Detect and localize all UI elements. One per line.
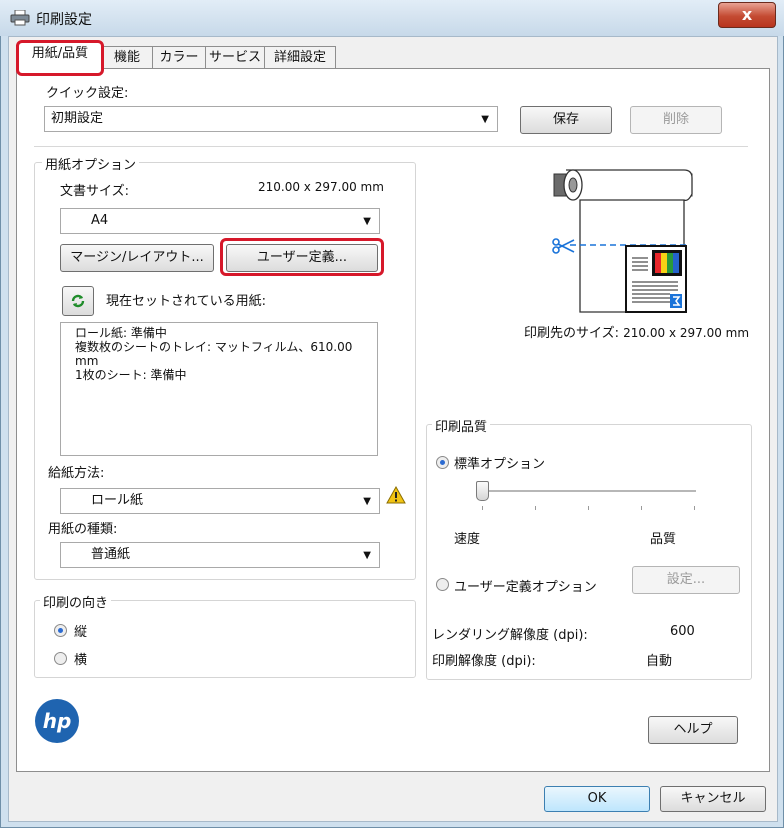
tab-label: 機能 [113,50,140,65]
delete-button[interactable]: 削除 [630,106,722,134]
print-size-value: 210.00 x 297.00 mm [623,326,750,340]
refresh-button[interactable] [62,286,94,316]
quick-settings-value: 初期設定 [51,111,104,126]
slider-tick [694,506,695,510]
standard-option-radio[interactable] [436,456,449,469]
slider-tick [641,506,642,510]
help-button[interactable]: ヘルプ [648,716,738,744]
portrait-label: 縦 [74,625,88,640]
quality-slider-track[interactable] [480,490,696,493]
page-thumbnail [625,245,687,313]
rendering-res-value: 600 [670,624,695,639]
speed-label: 速度 [454,532,481,547]
hp-logo: hp [35,699,79,743]
tab-label: サービス [208,50,261,65]
doc-size-value: 210.00 x 297.00 mm [258,180,384,194]
slider-tick [482,506,483,510]
chevron-down-icon: ▼ [363,216,371,227]
ok-button[interactable]: OK [544,786,650,812]
standard-option-label: 標準オプション [454,457,546,472]
tab-features[interactable]: 機能 [101,46,153,69]
list-item: 複数枚のシートのトレイ: マットフィルム、610.00 mm [75,340,353,368]
paper-size-value: A4 [91,213,109,228]
margin-layout-button[interactable]: マージン/レイアウト... [60,244,214,272]
print-quality-title: 印刷品質 [432,416,491,435]
paper-type-label: 用紙の種類: [48,522,118,537]
orientation-title: 印刷の向き [40,592,112,611]
paper-source-label: 給紙方法: [48,466,105,481]
portrait-radio[interactable] [54,624,67,637]
quality-label: 品質 [650,532,677,547]
quick-settings-label: クイック設定: [46,86,129,101]
save-button[interactable]: 保存 [520,106,612,134]
close-icon: x [741,5,753,24]
slider-tick [535,506,536,510]
slider-tick [588,506,589,510]
current-paper-label: 現在セットされている用紙: [106,294,266,309]
landscape-radio[interactable] [54,652,67,665]
tab-label: 詳細設定 [273,50,326,65]
list-item: 1枚のシート: 準備中 [75,368,187,382]
scissors-icon [552,238,575,254]
paper-source-select[interactable]: ロール紙 ▼ [60,488,380,514]
paper-type-select[interactable]: 普通紙 ▼ [60,542,380,568]
current-paper-list[interactable]: ロール紙: 準備中 複数枚のシートのトレイ: マットフィルム、610.00 mm… [60,322,378,456]
paper-type-value: 普通紙 [91,547,131,562]
quality-settings-button[interactable]: 設定... [632,566,740,594]
chevron-down-icon: ▼ [363,496,371,507]
list-item: ロール紙: 準備中 [75,326,167,340]
print-res-value: 自動 [646,654,673,669]
print-size-caption: 印刷先のサイズ: [524,326,619,341]
window-title: 印刷設定 [36,12,92,28]
rendering-res-label: レンダリング解像度 (dpi): [432,628,588,643]
tab-paper-quality[interactable]: 用紙/品質 [18,42,102,71]
tab-advanced[interactable]: 詳細設定 [264,46,336,69]
paper-options-title: 用紙オプション [42,154,140,173]
printer-icon [10,10,30,26]
cancel-button[interactable]: キャンセル [660,786,766,812]
tab-services[interactable]: サービス [205,46,265,69]
landscape-label: 横 [74,653,88,668]
refresh-icon [71,294,85,307]
chevron-down-icon: ▼ [363,550,371,561]
tab-color[interactable]: カラー [152,46,206,69]
paper-roll-preview [552,169,693,313]
title-bar [0,0,784,36]
divider [34,146,748,147]
quality-slider-thumb[interactable] [476,481,489,501]
tab-label: カラー [159,50,199,65]
print-res-label: 印刷解像度 (dpi): [432,654,536,669]
doc-size-label: 文書サイズ: [60,184,129,199]
orientation-group [34,600,416,678]
custom-option-label: ユーザー定義オプション [454,580,597,595]
warning-icon [386,486,406,504]
logo-text: hp [43,709,72,733]
print-size-label: 印刷先のサイズ: 210.00 x 297.00 mm [524,322,749,341]
tab-label: 用紙/品質 [31,46,89,61]
custom-option-radio[interactable] [436,578,449,591]
custom-size-button[interactable]: ユーザー定義... [226,244,378,272]
paper-size-select[interactable]: A4 ▼ [60,208,380,234]
quick-settings-select[interactable]: 初期設定 ▼ [44,106,498,132]
chevron-down-icon: ▼ [481,114,489,125]
close-button[interactable]: x [718,2,776,28]
paper-source-value: ロール紙 [91,493,144,508]
